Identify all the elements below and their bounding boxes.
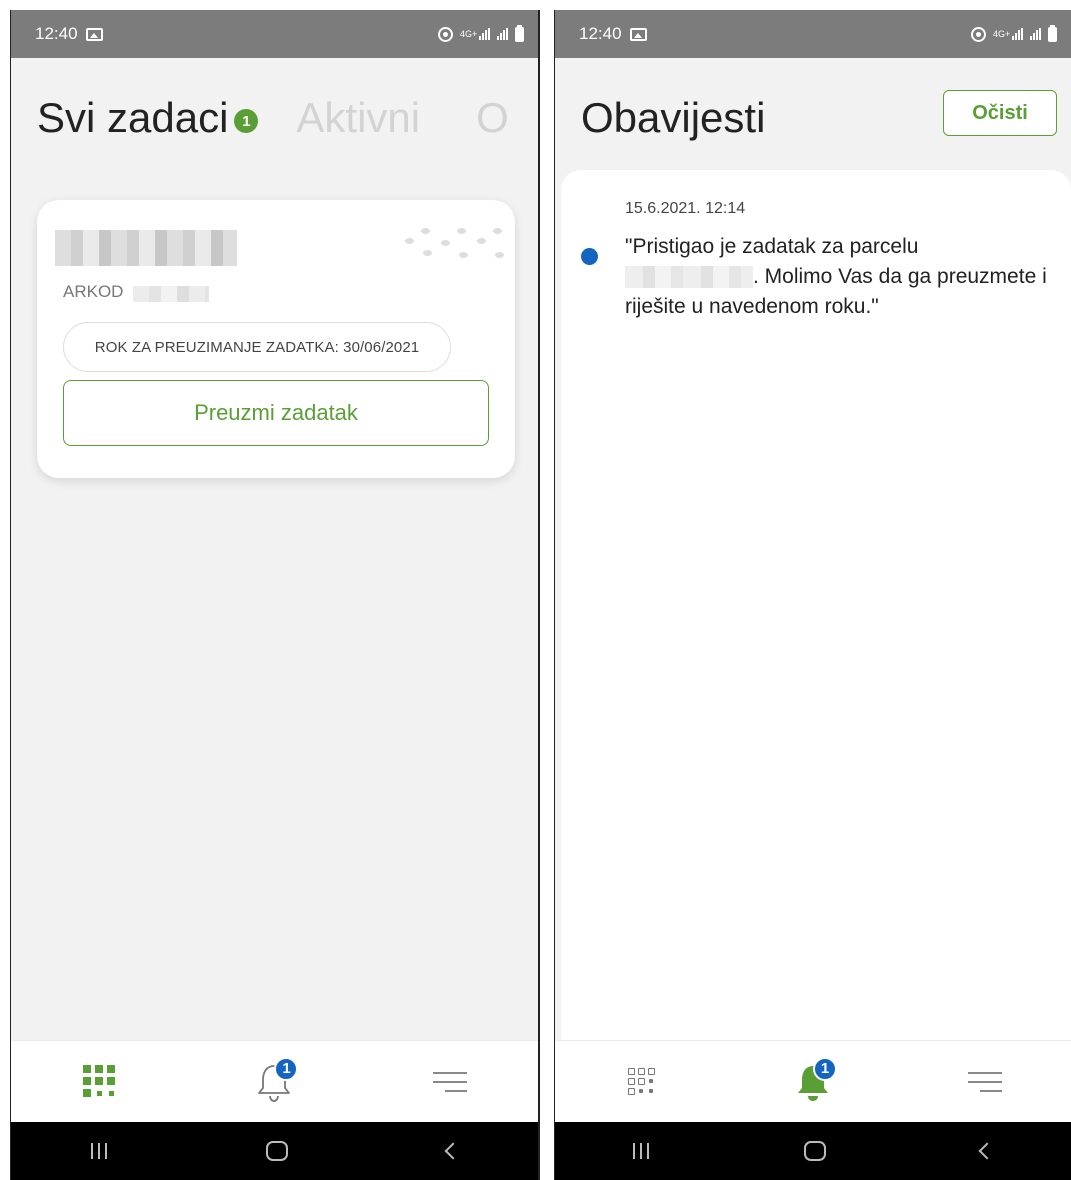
tasks-grid-icon [627,1068,655,1095]
signal-icon [479,28,490,40]
unread-indicator [581,248,598,265]
nav-tasks[interactable] [59,1052,139,1112]
tab-other[interactable]: O [476,94,509,142]
nav-notifications[interactable]: 1 [773,1052,853,1112]
page-title: Obavijesti [581,94,766,141]
notification-date: 15.6.2021. 12:14 [625,200,746,217]
status-time: 12:40 [35,24,78,43]
home-icon[interactable] [803,1141,826,1161]
arkod-value-redacted [133,286,209,302]
battery-icon [1048,24,1057,42]
menu-icon [968,1071,1002,1092]
task-card[interactable]: ARKOD ROK ZA PREUZIMANJE ZADATKA: 30/06/… [37,200,515,478]
tab-all-tasks[interactable]: Svi zadaci [37,94,228,142]
tasks-grid-icon [82,1065,115,1098]
gallery-notification-icon [629,27,647,41]
tab-active[interactable]: Aktivni [296,94,420,142]
notification-text-start: "Pristigao je zadatak za parcelu [625,235,919,258]
hotspot-icon [438,26,453,42]
arkod-label: ARKOD [63,282,124,301]
notification-text: "Pristigao je zadatak za parcelu . Molim… [625,232,1071,322]
bottom-navigation: 1 [11,1040,538,1122]
deadline-chip: ROK ZA PREUZIMANJE ZADATKA: 30/06/2021 [63,322,451,372]
task-tabs: Svi zadaci 1 Aktivni O [37,94,538,142]
nav-tasks[interactable] [601,1052,681,1112]
nav-menu[interactable] [945,1052,1025,1112]
signal-icon [1012,28,1023,40]
bottom-navigation: 1 [555,1040,1071,1122]
tab-all-tasks-count: 1 [234,109,259,133]
nav-notifications[interactable]: 1 [234,1052,314,1112]
menu-icon [433,1071,468,1092]
notification-list: 15.6.2021. 12:14 "Pristigao je zadatak z… [561,170,1071,1040]
back-icon[interactable] [444,1142,461,1160]
status-bar: 12:40 4G+ [11,10,538,58]
home-icon[interactable] [265,1141,288,1161]
notification-badge: 1 [813,1056,837,1081]
recent-apps-icon[interactable] [90,1143,107,1159]
notifications-screen: 12:40 4G+ Obavijesti Očisti 15.6.2021. 1… [554,10,1071,1180]
gallery-notification-icon [85,27,103,41]
android-navbar [555,1122,1071,1180]
android-navbar [11,1122,538,1180]
network-type-icon: 4G+ [460,29,478,39]
task-name-redacted [55,230,237,266]
signal-icon-2 [497,28,508,40]
notification-badge: 1 [274,1056,299,1081]
tasks-screen: 12:40 4G+ Svi zadaci 1 Aktivni O ARKOD R… [10,10,540,1180]
battery-icon [515,24,524,42]
nav-menu[interactable] [410,1052,490,1112]
network-type-icon: 4G+ [993,29,1011,39]
status-time: 12:40 [579,24,622,43]
back-icon[interactable] [978,1142,996,1160]
accept-task-button[interactable]: Preuzmi zadatak [63,380,489,446]
hotspot-icon [971,26,986,42]
signal-icon-2 [1030,28,1041,40]
recent-apps-icon[interactable] [632,1143,649,1159]
clear-button[interactable]: Očisti [943,90,1057,136]
parcel-id-redacted [625,266,753,289]
card-decoration-dots [399,222,509,262]
status-bar: 12:40 4G+ [555,10,1071,58]
